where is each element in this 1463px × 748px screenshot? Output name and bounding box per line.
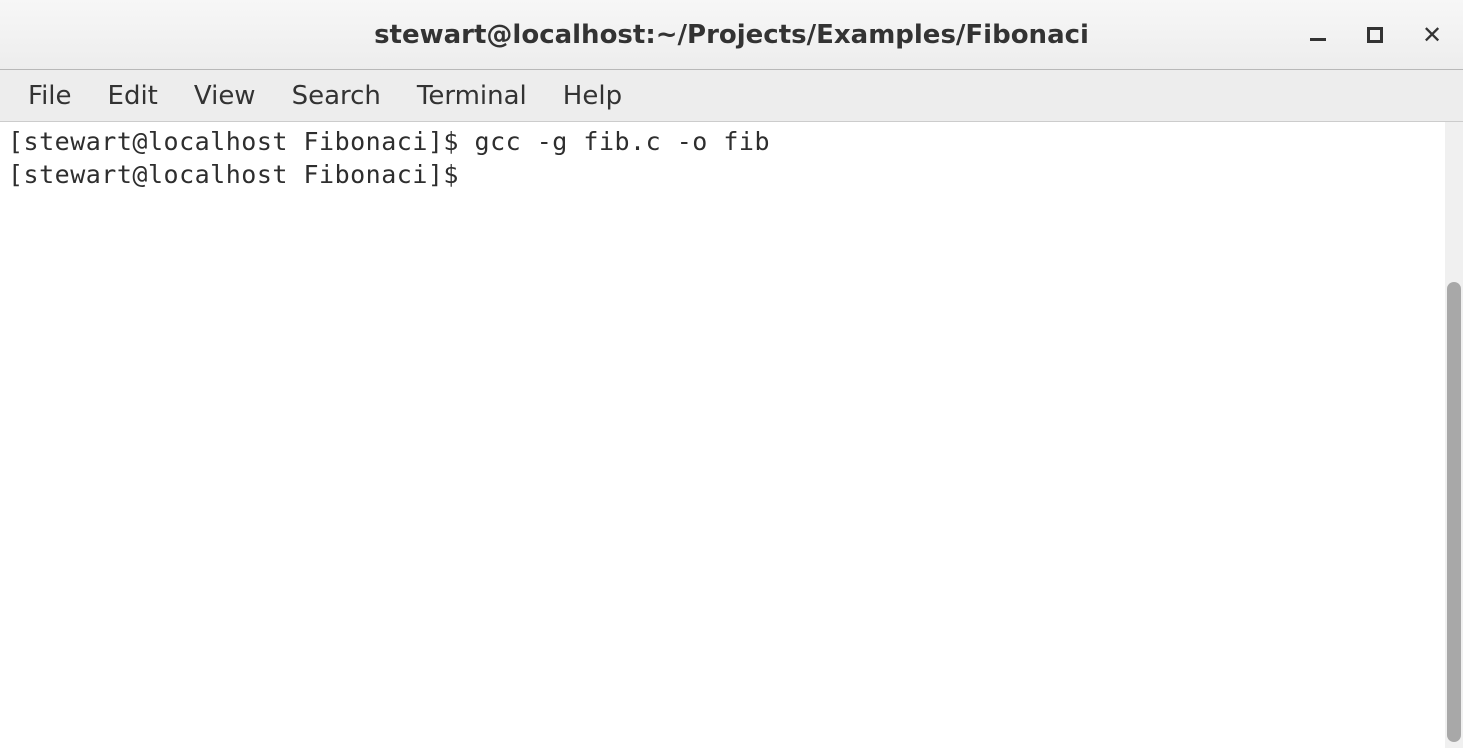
terminal-line: [stewart@localhost Fibonaci]$ <box>8 159 1437 192</box>
minimize-icon <box>1310 38 1326 41</box>
maximize-icon <box>1367 27 1383 43</box>
menu-help[interactable]: Help <box>545 73 640 119</box>
prompt: [stewart@localhost Fibonaci]$ <box>8 160 475 189</box>
terminal-container: [stewart@localhost Fibonaci]$ gcc -g fib… <box>0 122 1463 748</box>
terminal-line: [stewart@localhost Fibonaci]$ gcc -g fib… <box>8 126 1437 159</box>
prompt: [stewart@localhost Fibonaci]$ <box>8 127 475 156</box>
menu-file[interactable]: File <box>10 73 90 119</box>
scrollbar-thumb[interactable] <box>1447 282 1461 742</box>
terminal-area[interactable]: [stewart@localhost Fibonaci]$ gcc -g fib… <box>0 122 1445 748</box>
menu-terminal[interactable]: Terminal <box>399 73 545 119</box>
titlebar: stewart@localhost:~/Projects/Examples/Fi… <box>0 0 1463 70</box>
window-title: stewart@localhost:~/Projects/Examples/Fi… <box>374 20 1089 50</box>
menu-search[interactable]: Search <box>274 73 399 119</box>
menu-edit[interactable]: Edit <box>90 73 176 119</box>
minimize-button[interactable] <box>1307 24 1329 46</box>
scrollbar[interactable] <box>1445 122 1463 748</box>
window-controls: ✕ <box>1307 24 1443 46</box>
close-button[interactable]: ✕ <box>1421 24 1443 46</box>
maximize-button[interactable] <box>1364 24 1386 46</box>
command: gcc -g fib.c -o fib <box>475 127 770 156</box>
menu-view[interactable]: View <box>176 73 274 119</box>
menubar: File Edit View Search Terminal Help <box>0 70 1463 122</box>
close-icon: ✕ <box>1422 23 1442 47</box>
